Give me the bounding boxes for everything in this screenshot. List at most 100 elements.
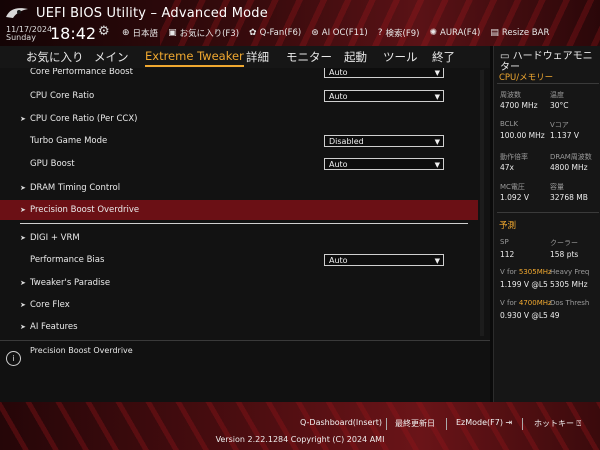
- scrollbar[interactable]: [480, 70, 484, 336]
- gear-icon[interactable]: ⚙: [98, 24, 110, 39]
- tool-label: AI OC(F11): [321, 28, 368, 38]
- cooler-label: クーラー: [550, 239, 578, 247]
- freq-value: 4700 MHz: [500, 101, 538, 110]
- divider: [386, 418, 387, 430]
- submenu-core-flex[interactable]: ➤ Core Flex: [0, 295, 478, 315]
- chevron-right-icon: ➤: [20, 115, 26, 123]
- v-for-freq: 5305MHz: [518, 268, 552, 276]
- tool-label: Resize BAR: [501, 28, 550, 38]
- submenu-dram-timing-control[interactable]: ➤ DRAM Timing Control: [0, 178, 478, 198]
- freq-label: 周波数: [500, 91, 521, 99]
- tool-resize-bar[interactable]: ▤ Resize BAR: [490, 27, 549, 39]
- setting-core-performance-boost[interactable]: Core Performance Boost Auto ▼: [0, 68, 478, 82]
- cpu-core-ratio-select[interactable]: Auto ▼: [324, 90, 444, 102]
- chevron-right-icon: ➤: [20, 206, 26, 214]
- mc-voltage-value: 1.092 V: [500, 193, 529, 202]
- hotkeys-label: ホットキー: [534, 419, 574, 428]
- submenu-precision-boost-overdrive[interactable]: ➤ Precision Boost Overdrive: [0, 200, 478, 220]
- ezmode-button[interactable]: EzMode(F7) ⇥: [456, 418, 512, 427]
- tab-extreme-tweaker[interactable]: Extreme Tweaker: [145, 49, 244, 67]
- ezmode-label: EzMode(F7): [456, 418, 503, 427]
- tab-boot[interactable]: 起動: [344, 49, 367, 65]
- setting-label: AI Features: [30, 322, 78, 332]
- toolbar: ⊕ 日本語 ▣ お気に入り(F3) ✿ Q-Fan(F6) ⊛ AI OC(F11) ?…: [122, 27, 559, 39]
- setting-label: DRAM Timing Control: [30, 183, 121, 193]
- select-value: Auto: [329, 92, 348, 101]
- star-document-icon: ▣: [168, 28, 177, 38]
- vcore-label: Vコア: [550, 121, 569, 129]
- setting-label: CPU Core Ratio: [30, 91, 95, 101]
- capacity-label: 容量: [550, 183, 564, 191]
- setting-turbo-game-mode[interactable]: Turbo Game Mode Disabled ▼: [0, 131, 478, 151]
- dos-thresh-label: Dos Thresh: [550, 299, 590, 307]
- tab-tool[interactable]: ツール: [383, 49, 418, 65]
- sp-label: SP: [500, 238, 509, 246]
- v-for-freq: 4700MHz: [518, 299, 552, 307]
- core-performance-boost-select[interactable]: Auto ▼: [324, 68, 444, 78]
- date-display: 11/17/2024 Sunday: [6, 26, 52, 42]
- divider: [522, 418, 523, 430]
- rog-logo-icon: [6, 8, 28, 18]
- setting-performance-bias[interactable]: Performance Bias Auto ▼: [0, 250, 478, 270]
- tool-language[interactable]: ⊕ 日本語: [122, 27, 158, 39]
- tab-exit[interactable]: 終了: [432, 49, 455, 65]
- main-menu: お気に入り メイン Extreme Tweaker 詳細 モニター 起動 ツール…: [0, 46, 490, 69]
- divider: [20, 223, 468, 224]
- tool-label: AURA(F4): [440, 28, 481, 38]
- tab-monitor[interactable]: モニター: [286, 49, 332, 65]
- tool-favorites[interactable]: ▣ お気に入り(F3): [168, 27, 239, 39]
- setting-label: DIGI + VRM: [30, 233, 80, 243]
- temp-value: 30°C: [550, 101, 569, 110]
- tab-favorites[interactable]: お気に入り: [26, 49, 84, 65]
- dram-freq-value: 4800 MHz: [550, 163, 588, 172]
- bclk-value: 100.00 MHz: [500, 131, 545, 140]
- submenu-digi-vrm[interactable]: ➤ DIGI + VRM: [0, 228, 478, 248]
- resize-bar-icon: ▤: [490, 28, 499, 38]
- chevron-down-icon: ▼: [434, 138, 440, 146]
- select-value: Auto: [329, 68, 348, 77]
- version-text: Version 2.22.1284 Copyright (C) 2024 AMI: [215, 435, 385, 444]
- help-panel: i Precision Boost Overdrive: [0, 340, 490, 403]
- q-dashboard-button[interactable]: Q-Dashboard(Insert): [300, 418, 382, 427]
- tool-label: お気に入り(F3): [179, 29, 240, 39]
- setting-label: Performance Bias: [30, 255, 105, 265]
- ratio-label: 動作倍率: [500, 153, 528, 161]
- aura-icon: ✺: [429, 28, 438, 38]
- submenu-ai-features[interactable]: ➤ AI Features: [0, 317, 478, 337]
- tab-main[interactable]: メイン: [94, 49, 129, 65]
- performance-bias-select[interactable]: Auto ▼: [324, 254, 444, 266]
- tab-advanced[interactable]: 詳細: [246, 49, 269, 65]
- setting-cpu-core-ratio[interactable]: CPU Core Ratio Auto ▼: [0, 86, 478, 106]
- chevron-down-icon: ▼: [434, 93, 440, 101]
- setting-label: Core Performance Boost: [30, 68, 133, 77]
- tool-search[interactable]: ? 検索(F9): [378, 27, 420, 39]
- submenu-tweakers-paradise[interactable]: ➤ Tweaker's Paradise: [0, 273, 478, 293]
- hotkeys-button[interactable]: ホットキー ⍰: [534, 418, 581, 429]
- hardware-monitor-title: ▭ ハードウェアモニター: [500, 51, 600, 73]
- tool-aura[interactable]: ✺ AURA(F4): [429, 27, 480, 39]
- tool-qfan[interactable]: ✿ Q-Fan(F6): [249, 27, 301, 39]
- mc-voltage-label: MC電圧: [500, 183, 525, 191]
- heavy-freq-value: 5305 MHz: [550, 280, 588, 289]
- last-modified-button[interactable]: 最終更新日: [395, 418, 435, 429]
- prediction-section-title: 予測: [499, 221, 517, 231]
- gpu-boost-select[interactable]: Auto ▼: [324, 158, 444, 170]
- v-for-dos-value: 0.930 V @L5: [500, 311, 548, 320]
- capacity-value: 32768 MB: [550, 193, 588, 202]
- chevron-right-icon: ➤: [20, 279, 26, 287]
- hardware-monitor-title-text: ハードウェアモニター: [500, 51, 593, 73]
- dram-freq-label: DRAM周波数: [550, 153, 592, 161]
- heavy-freq-label: Heavy Freq: [550, 268, 590, 276]
- tool-label: Q-Fan(F6): [259, 28, 302, 38]
- tool-ai-oc[interactable]: ⊛ AI OC(F11): [311, 27, 368, 39]
- submenu-cpu-core-ratio-per-ccx[interactable]: ➤ CPU Core Ratio (Per CCX): [0, 109, 478, 129]
- setting-label: Precision Boost Overdrive: [30, 205, 140, 215]
- turbo-game-mode-select[interactable]: Disabled ▼: [324, 135, 444, 147]
- setting-gpu-boost[interactable]: GPU Boost Auto ▼: [0, 154, 478, 174]
- chevron-down-icon: ▼: [434, 69, 440, 77]
- info-icon: i: [6, 351, 21, 366]
- setting-label: Core Flex: [30, 300, 70, 310]
- title-bar: UEFI BIOS Utility – Advanced Mode 11/17/…: [0, 0, 600, 46]
- chevron-right-icon: ➤: [20, 234, 26, 242]
- hardware-monitor-panel: ▭ ハードウェアモニター CPU/メモリー 周波数 温度 4700 MHz 30…: [493, 46, 600, 402]
